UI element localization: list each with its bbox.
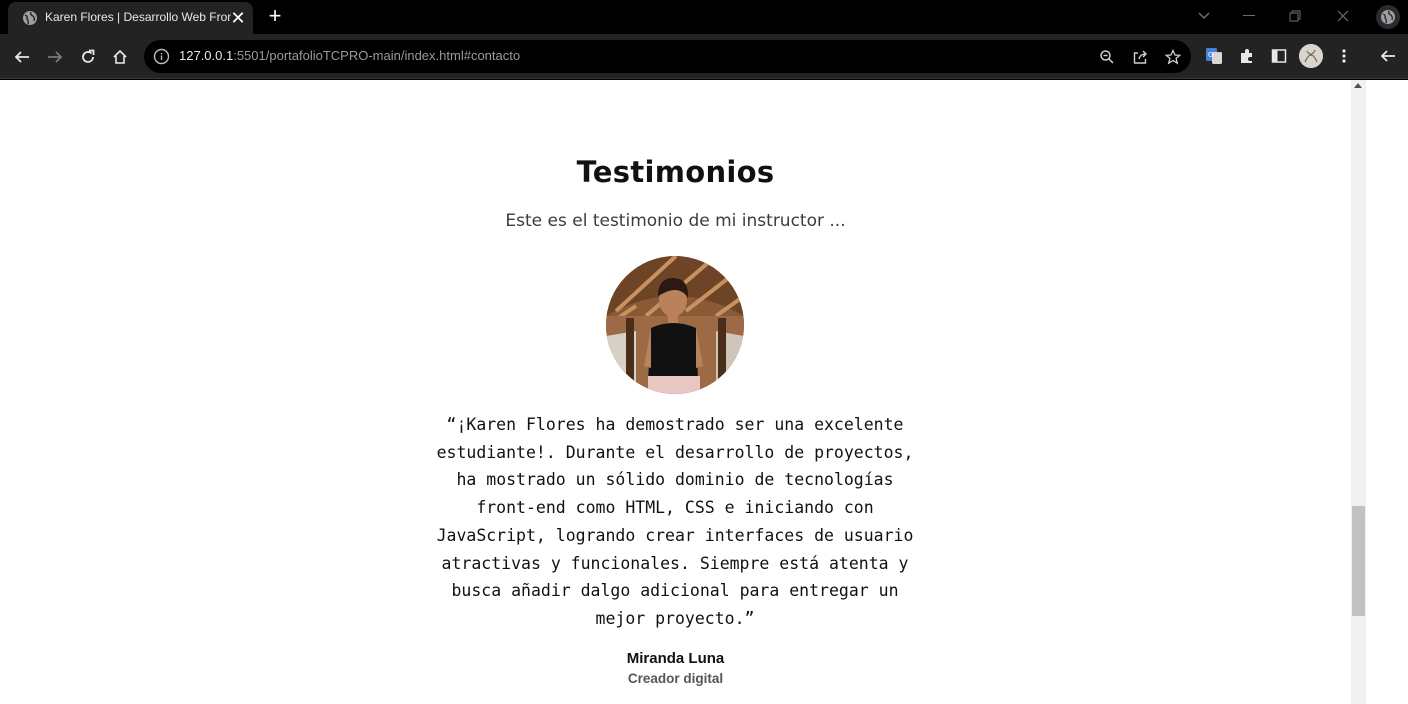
info-icon[interactable] (153, 48, 170, 65)
back-arrow-icon[interactable] (8, 43, 36, 71)
scroll-up-arrow-icon[interactable] (1354, 83, 1362, 88)
minimize-icon[interactable] (1231, 4, 1267, 28)
url-text[interactable]: 127.0.0.1:5501/portafolioTCPRO-main/inde… (179, 48, 520, 63)
new-tab-button[interactable]: + (262, 5, 288, 29)
tab-strip: Karen Flores | Desarrollo Web Front-End … (0, 0, 1408, 34)
browser-toolbar: 127.0.0.1:5501/portafolioTCPRO-main/inde… (0, 34, 1408, 79)
home-icon[interactable] (106, 43, 134, 71)
section-title: Testimonios (576, 155, 775, 189)
forward-arrow-icon[interactable] (41, 43, 69, 71)
puzzle-icon[interactable] (1236, 45, 1258, 67)
address-bar[interactable]: 127.0.0.1:5501/portafolioTCPRO-main/inde… (144, 40, 1191, 73)
page-gutter (1366, 80, 1408, 704)
back-arrow-icon[interactable] (1377, 45, 1399, 67)
vertical-scrollbar[interactable] (1351, 80, 1366, 704)
profile-avatar[interactable] (1299, 44, 1323, 68)
globe-icon[interactable] (1376, 5, 1400, 29)
scrollbar-thumb[interactable] (1352, 506, 1365, 617)
more-menu-icon[interactable] (1333, 45, 1355, 67)
reload-icon[interactable] (74, 43, 102, 71)
testimonial-role: Creador digital (627, 671, 724, 686)
share-icon[interactable] (1130, 47, 1150, 67)
testimonial-quote: “¡Karen Flores ha demostrado ser una exc… (436, 415, 914, 628)
url-host: 127.0.0.1 (179, 48, 234, 63)
url-path: :5501/portafolioTCPRO-main/index.html#co… (233, 48, 521, 63)
testimonial-photo (606, 256, 744, 394)
tab-close-icon[interactable]: ✕ (228, 8, 248, 28)
restore-icon[interactable] (1277, 4, 1313, 28)
zoom-icon[interactable] (1097, 47, 1117, 67)
tab-title: Karen Flores | Desarrollo Web Front-End (45, 10, 231, 24)
page-viewport: Testimonios Este es el testimonio de mi … (0, 80, 1351, 704)
translate-icon[interactable]: G (1203, 45, 1225, 67)
section-subtitle: Este es el testimonio de mi instructor .… (505, 211, 846, 231)
browser-tab[interactable]: Karen Flores | Desarrollo Web Front-End … (8, 2, 253, 34)
side-panel-icon[interactable] (1268, 45, 1290, 67)
bookmark-star-icon[interactable] (1163, 47, 1183, 67)
testimonial-author: Miranda Luna (626, 650, 725, 667)
tab-search-icon[interactable] (1186, 4, 1222, 28)
svg-text:G: G (1208, 51, 1213, 59)
globe-icon (23, 11, 37, 25)
close-window-icon[interactable] (1325, 4, 1361, 28)
